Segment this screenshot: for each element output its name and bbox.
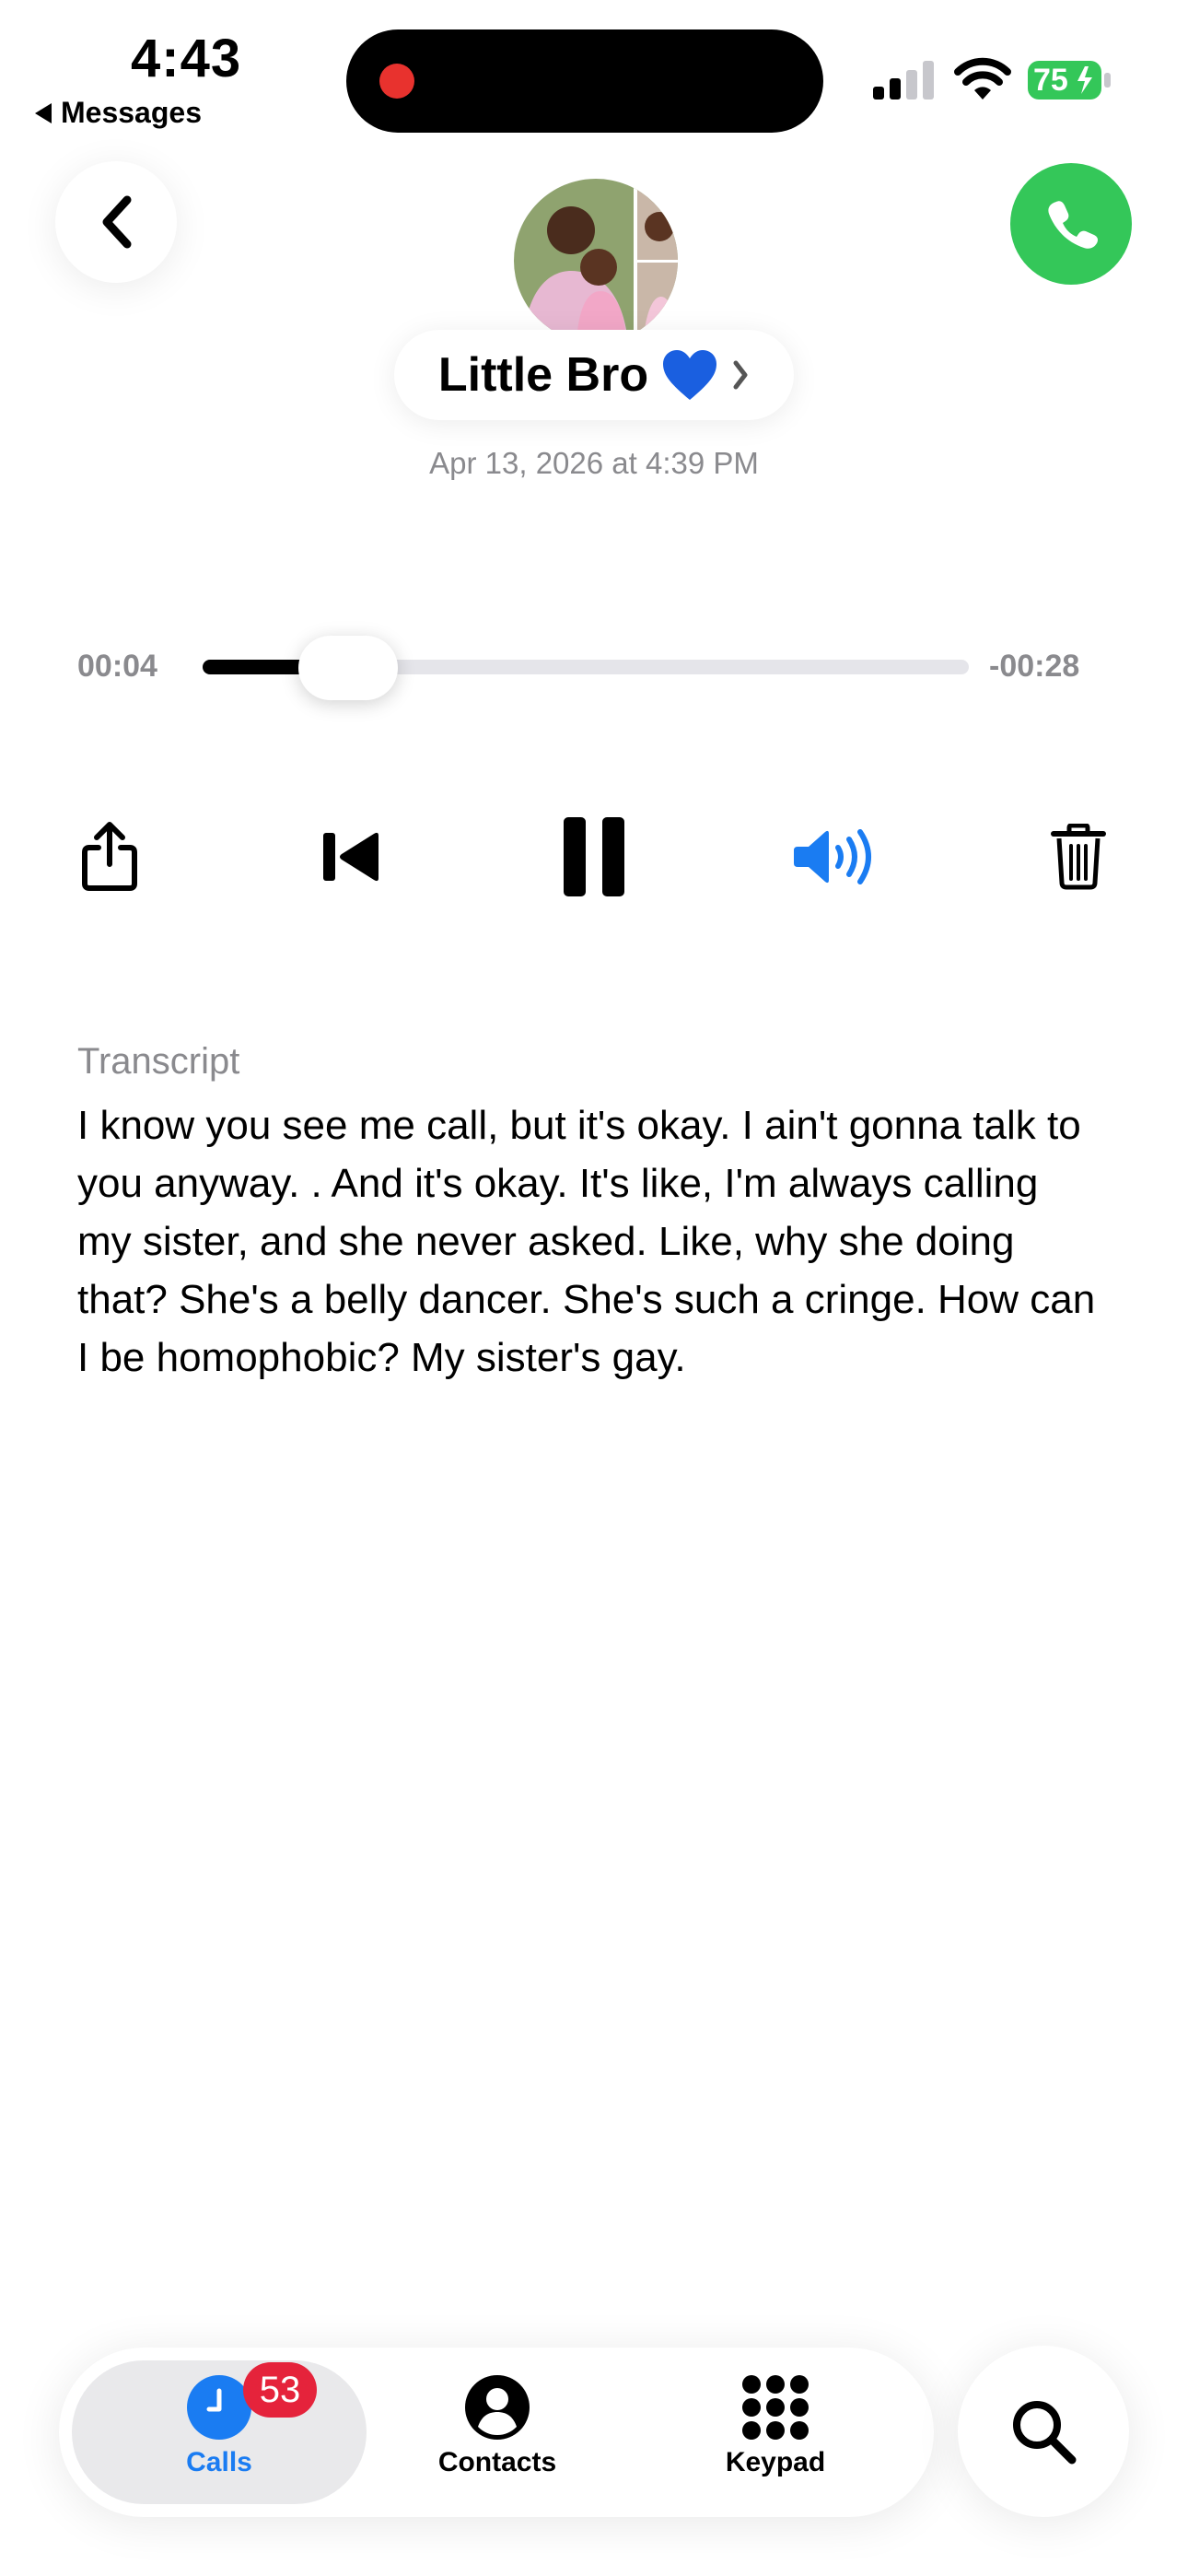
- transcript-label: Transcript: [77, 1041, 240, 1082]
- back-button[interactable]: [55, 161, 177, 283]
- contacts-person-icon: [465, 2375, 530, 2440]
- recording-dot-icon: [379, 64, 414, 99]
- speaker-volume-icon: [794, 829, 871, 884]
- share-icon: [82, 822, 137, 891]
- tab-keypad[interactable]: Keypad: [683, 2375, 868, 2478]
- blue-heart-icon: [663, 350, 717, 400]
- speaker-button[interactable]: [786, 811, 887, 903]
- chevron-right-icon: [733, 360, 748, 390]
- battery-icon: 75: [1028, 59, 1112, 101]
- share-button[interactable]: [59, 811, 160, 903]
- elapsed-time: 00:04: [77, 649, 157, 684]
- trash-icon: [1051, 824, 1106, 890]
- tab-contacts-label: Contacts: [437, 2447, 557, 2477]
- back-triangle-icon: [35, 102, 52, 123]
- status-time: 4:43: [131, 29, 242, 88]
- delete-button[interactable]: [1028, 811, 1129, 903]
- remaining-time: -00:28: [989, 649, 1080, 684]
- skip-back-icon: [323, 832, 379, 882]
- tab-contacts[interactable]: Contacts: [405, 2375, 589, 2478]
- battery-percentage: 75: [1033, 63, 1068, 98]
- cellular-signal-icon: [873, 61, 934, 100]
- tab-keypad-label: Keypad: [725, 2447, 826, 2477]
- back-to-app-link[interactable]: Messages: [35, 96, 202, 130]
- skip-back-button[interactable]: [301, 811, 402, 903]
- chevron-left-icon: [102, 195, 132, 249]
- tab-calls-label: Calls: [186, 2447, 252, 2477]
- scrubber-handle[interactable]: [298, 636, 398, 700]
- search-button[interactable]: [958, 2346, 1129, 2517]
- contact-name-button[interactable]: Little Bro: [394, 330, 794, 420]
- phone-icon: [1048, 201, 1098, 249]
- clock-icon: [187, 2375, 251, 2440]
- contact-name: Little Bro: [437, 348, 649, 402]
- pause-button[interactable]: [543, 811, 645, 903]
- contact-photo-icon: [514, 179, 678, 343]
- contact-avatar[interactable]: [514, 179, 678, 343]
- missed-calls-badge: 53: [243, 2362, 317, 2418]
- search-icon: [1013, 2401, 1077, 2465]
- wifi-icon: [954, 57, 1011, 100]
- pause-icon: [564, 817, 624, 896]
- dynamic-island: [346, 29, 823, 133]
- call-date: Apr 13, 2026 at 4:39 PM: [429, 446, 759, 480]
- call-button[interactable]: [1010, 163, 1132, 285]
- keypad-icon: [742, 2375, 809, 2440]
- back-app-label: Messages: [61, 96, 202, 129]
- transcript-text: I know you see me call, but it's okay. I…: [77, 1103, 1096, 1380]
